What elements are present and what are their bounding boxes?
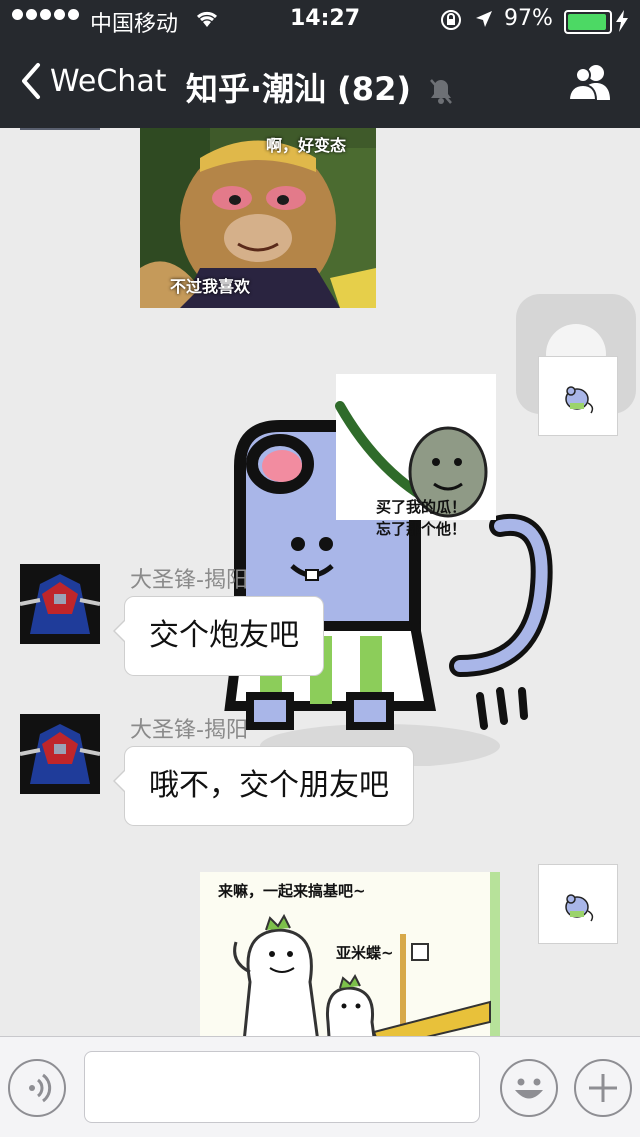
message-text: 哦不，交个朋友吧	[149, 768, 389, 803]
rotation-lock-icon	[441, 10, 461, 30]
signal-strength-icon	[12, 9, 82, 20]
message-text: 交个炮友吧	[149, 618, 299, 653]
mouse-sword-sticker[interactable]: 买了我的瓜！ 忘了那个他！	[200, 366, 580, 768]
sticker-caption-bottom: 不过我喜欢	[170, 277, 251, 296]
transformers-avatar-image	[20, 714, 100, 794]
sticker-caption-top: 啊，好变态	[266, 136, 347, 155]
avatar[interactable]	[20, 128, 100, 130]
top-bar: 中国移动 14:27 97% WeChat 知乎·潮汕 (82)	[0, 0, 640, 128]
battery-icon	[564, 10, 612, 34]
sticker-caption-2: 亚米蝶~	[336, 944, 394, 962]
location-arrow-icon	[476, 11, 492, 27]
battery-fill	[568, 14, 606, 30]
message-bubble[interactable]: 交个炮友吧	[113, 596, 324, 676]
mute-bell-icon	[430, 79, 453, 104]
chat-area[interactable]: 啊，好变态 不过我喜欢 买了我的瓜！ 忘了那个他！ 大圣锋-揭阳 交个炮友吧 大…	[0, 128, 640, 1036]
emoji-icon	[515, 1078, 543, 1099]
sticker-caption: 买了我的瓜！ 忘了那个他！	[376, 498, 467, 538]
charging-bolt-icon	[616, 10, 628, 32]
monkey-sticker[interactable]: 啊，好变态 不过我喜欢	[140, 128, 376, 308]
wifi-icon	[196, 11, 218, 27]
battery-percent: 97%	[504, 6, 553, 31]
avatar[interactable]	[20, 564, 100, 644]
plus-icon	[589, 1074, 617, 1102]
message-bubble[interactable]: 哦不，交个朋友吧	[113, 746, 414, 826]
chat-title: 知乎·潮汕 (82)	[185, 70, 411, 108]
avatar[interactable]	[538, 864, 618, 944]
input-bar	[0, 1036, 640, 1137]
mouse-avatar-image	[565, 894, 594, 922]
group-contacts-icon[interactable]	[566, 62, 614, 102]
voice-button[interactable]	[8, 1059, 66, 1117]
more-button[interactable]	[574, 1059, 632, 1117]
sender-name: 大圣锋-揭阳	[130, 718, 248, 743]
transformers-avatar-image	[20, 564, 100, 644]
mouse-sword-sticker-image	[224, 374, 553, 768]
sticker-caption-1: 来嘛，一起来搞基吧~	[218, 882, 366, 900]
emoji-button[interactable]	[500, 1059, 558, 1117]
chat-title-area: 知乎·潮汕 (82)	[0, 64, 640, 110]
sender-name: 大圣锋-揭阳	[130, 568, 248, 593]
avatar[interactable]	[20, 714, 100, 794]
radish-sticker[interactable]: 来嘛，一起来搞基吧~ 亚米蝶~	[200, 872, 500, 1036]
message-input[interactable]	[84, 1051, 480, 1123]
clock: 14:27	[290, 6, 361, 31]
status-bar: 中国移动 14:27 97%	[0, 0, 640, 40]
voice-icon	[29, 1073, 52, 1103]
carrier-label: 中国移动	[90, 12, 179, 37]
